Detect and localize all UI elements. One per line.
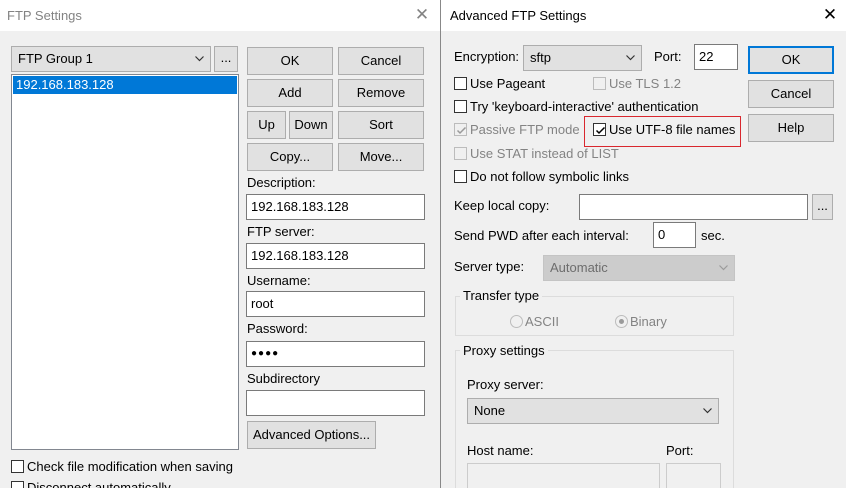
use-pageant-checkbox[interactable]: [454, 77, 467, 90]
ftp-settings-dialog: FTP Settings ✕ FTP Group 1 ... 192.168.1…: [0, 0, 440, 488]
keep-local-copy-field[interactable]: [579, 194, 808, 220]
username-field[interactable]: root: [246, 291, 425, 317]
password-field[interactable]: ●●●●: [246, 341, 425, 367]
password-label: Password:: [247, 321, 308, 336]
utf8-checkbox[interactable]: [593, 123, 606, 136]
passive-ftp-checkbox[interactable]: [454, 123, 467, 136]
encryption-label: Encryption:: [454, 49, 520, 64]
group-select[interactable]: FTP Group 1: [11, 46, 211, 72]
checkmark-icon: [456, 126, 467, 135]
close-icon[interactable]: ✕: [411, 4, 433, 26]
use-tls-checkbox[interactable]: [593, 77, 606, 90]
keyboard-interactive-checkbox[interactable]: [454, 100, 467, 113]
title-bar: FTP Settings ✕: [0, 0, 440, 31]
no-symlinks-label: Do not follow symbolic links: [470, 169, 629, 184]
binary-radio[interactable]: [615, 315, 628, 328]
description-field[interactable]: 192.168.183.128: [246, 194, 425, 220]
browse-button[interactable]: ...: [812, 194, 833, 220]
cancel-button[interactable]: Cancel: [748, 80, 834, 108]
passive-ftp-label: Passive FTP mode: [470, 122, 580, 137]
encryption-select[interactable]: sftp: [523, 45, 642, 71]
proxy-server-select[interactable]: None: [467, 398, 719, 424]
check-modification-checkbox[interactable]: [11, 460, 24, 473]
disconnect-checkbox[interactable]: [11, 481, 24, 488]
utf8-label: Use UTF-8 file names: [609, 122, 736, 137]
disconnect-label: Disconnect automatically: [27, 480, 171, 488]
remove-button[interactable]: Remove: [338, 79, 424, 107]
use-tls-label: Use TLS 1.2: [609, 76, 682, 91]
ok-button[interactable]: OK: [247, 47, 333, 75]
keep-local-copy-label: Keep local copy:: [454, 198, 550, 213]
use-pageant-label: Use Pageant: [470, 76, 546, 91]
proxy-server-label: Proxy server:: [467, 377, 544, 392]
use-stat-checkbox[interactable]: [454, 147, 467, 160]
ascii-label: ASCII: [525, 314, 559, 329]
proxy-settings-title: Proxy settings: [460, 343, 548, 359]
dialog-title: FTP Settings: [7, 8, 82, 23]
send-pwd-label: Send PWD after each interval:: [454, 228, 629, 243]
server-type-value: Automatic: [550, 260, 608, 275]
ftp-server-field[interactable]: 192.168.183.128: [246, 243, 425, 269]
down-button[interactable]: Down: [289, 111, 333, 139]
copy-button[interactable]: Copy...: [247, 143, 333, 171]
binary-label: Binary: [630, 314, 667, 329]
port-label: Port:: [654, 49, 682, 64]
chevron-down-icon: [703, 408, 712, 414]
port-field[interactable]: 22: [694, 44, 738, 70]
sort-button[interactable]: Sort: [338, 111, 424, 139]
host-name-field[interactable]: [467, 463, 660, 488]
help-button[interactable]: Help: [748, 114, 834, 142]
ftp-server-label: FTP server:: [247, 224, 315, 239]
proxy-port-label: Port:: [666, 443, 694, 458]
dialog-title: Advanced FTP Settings: [450, 8, 587, 23]
advanced-ftp-settings-dialog: Advanced FTP Settings ✕ Encryption: sftp…: [440, 0, 846, 488]
use-stat-label: Use STAT instead of LIST: [470, 146, 619, 161]
checkmark-icon: [595, 126, 606, 135]
send-pwd-field[interactable]: 0: [653, 222, 696, 248]
description-label: Description:: [247, 175, 316, 190]
encryption-select-value: sftp: [530, 50, 551, 65]
chevron-down-icon: [195, 56, 204, 62]
chevron-down-icon: [626, 55, 635, 61]
check-modification-label: Check file modification when saving: [27, 459, 233, 474]
group-more-button[interactable]: ...: [214, 46, 238, 72]
subdirectory-label: Subdirectory: [247, 371, 320, 386]
server-list[interactable]: 192.168.183.128: [11, 74, 239, 450]
send-pwd-unit: sec.: [701, 228, 725, 243]
username-label: Username:: [247, 273, 311, 288]
close-icon[interactable]: ✕: [819, 4, 841, 26]
no-symlinks-checkbox[interactable]: [454, 170, 467, 183]
up-button[interactable]: Up: [247, 111, 286, 139]
keyboard-interactive-label: Try 'keyboard-interactive' authenticatio…: [470, 99, 699, 114]
transfer-type-title: Transfer type: [460, 288, 543, 304]
server-type-select[interactable]: Automatic: [543, 255, 735, 281]
ok-button[interactable]: OK: [748, 46, 834, 74]
add-button[interactable]: Add: [247, 79, 333, 107]
host-name-label: Host name:: [467, 443, 534, 458]
move-button[interactable]: Move...: [338, 143, 424, 171]
advanced-options-button[interactable]: Advanced Options...: [247, 421, 376, 449]
list-item-label: 192.168.183.128: [16, 77, 114, 92]
subdirectory-field[interactable]: [246, 390, 425, 416]
ascii-radio[interactable]: [510, 315, 523, 328]
proxy-port-field[interactable]: [666, 463, 721, 488]
list-item[interactable]: 192.168.183.128: [13, 76, 237, 94]
title-bar: Advanced FTP Settings ✕: [441, 0, 846, 31]
proxy-server-value: None: [474, 403, 506, 418]
group-select-value: FTP Group 1: [18, 51, 93, 66]
cancel-button[interactable]: Cancel: [338, 47, 424, 75]
server-type-label: Server type:: [454, 259, 525, 274]
chevron-down-icon: [719, 265, 728, 271]
